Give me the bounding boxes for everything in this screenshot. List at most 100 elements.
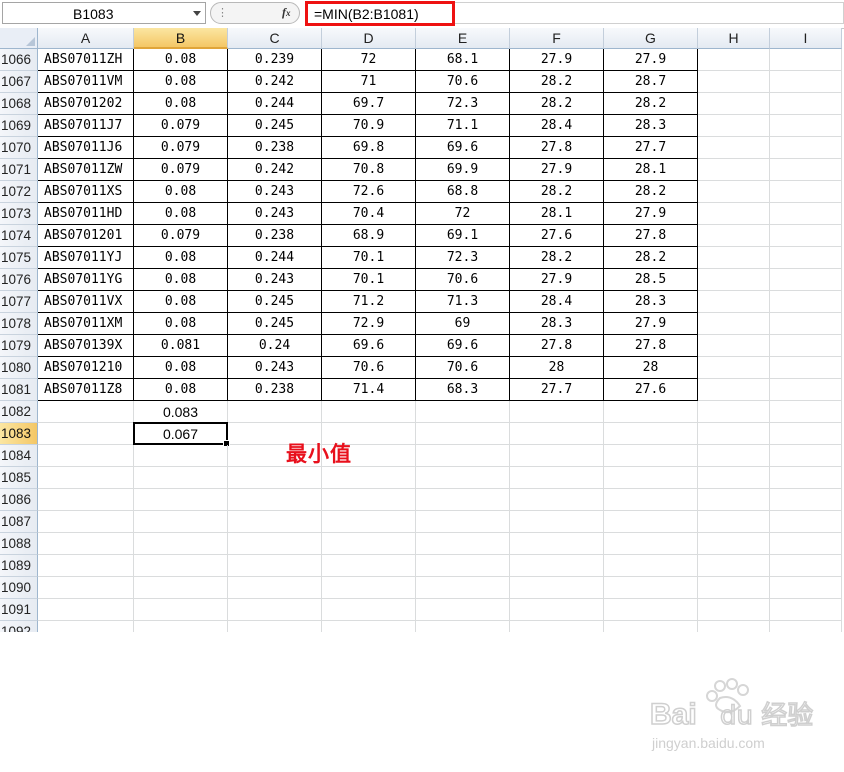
cell-h1091[interactable] — [698, 599, 770, 621]
cell-e1078[interactable]: 69 — [416, 313, 510, 335]
cell-b1090[interactable] — [134, 577, 228, 599]
cell-h1088[interactable] — [698, 533, 770, 555]
cell-d1073[interactable]: 70.4 — [322, 203, 416, 225]
cell-i1079[interactable] — [770, 335, 842, 357]
cell-d1072[interactable]: 72.6 — [322, 181, 416, 203]
cell-a1083[interactable] — [38, 423, 134, 445]
cell-c1071[interactable]: 0.242 — [228, 159, 322, 181]
cell-d1082[interactable] — [322, 401, 416, 423]
cell-a1075[interactable]: ABS07011YJ — [38, 247, 134, 269]
cell-h1089[interactable] — [698, 555, 770, 577]
cell-i1088[interactable] — [770, 533, 842, 555]
cell-a1069[interactable]: ABS07011J7 — [38, 115, 134, 137]
cell-e1073[interactable]: 72 — [416, 203, 510, 225]
cell-f1068[interactable]: 28.2 — [510, 93, 604, 115]
cell-h1087[interactable] — [698, 511, 770, 533]
cell-e1076[interactable]: 70.6 — [416, 269, 510, 291]
column-header-g[interactable]: G — [604, 28, 698, 49]
row-header-1089[interactable]: 1089 — [0, 555, 38, 577]
cell-i1067[interactable] — [770, 71, 842, 93]
row-header-1070[interactable]: 1070 — [0, 137, 38, 159]
cell-c1067[interactable]: 0.242 — [228, 71, 322, 93]
cell-b1067[interactable]: 0.08 — [134, 71, 228, 93]
cell-d1067[interactable]: 71 — [322, 71, 416, 93]
cell-e1082[interactable] — [416, 401, 510, 423]
cell-e1068[interactable]: 72.3 — [416, 93, 510, 115]
cell-g1069[interactable]: 28.3 — [604, 115, 698, 137]
formula-input[interactable]: =MIN(B2:B1081) — [305, 1, 455, 26]
row-header-1077[interactable]: 1077 — [0, 291, 38, 313]
cell-i1081[interactable] — [770, 379, 842, 401]
cell-b1080[interactable]: 0.08 — [134, 357, 228, 379]
cell-d1092[interactable] — [322, 621, 416, 632]
cell-e1090[interactable] — [416, 577, 510, 599]
cell-f1077[interactable]: 28.4 — [510, 291, 604, 313]
cell-i1084[interactable] — [770, 445, 842, 467]
cell-f1081[interactable]: 27.7 — [510, 379, 604, 401]
cell-b1086[interactable] — [134, 489, 228, 511]
cell-d1090[interactable] — [322, 577, 416, 599]
cell-h1090[interactable] — [698, 577, 770, 599]
cell-a1081[interactable]: ABS07011Z8 — [38, 379, 134, 401]
cell-b1085[interactable] — [134, 467, 228, 489]
column-header-b[interactable]: B — [134, 28, 228, 49]
cell-h1074[interactable] — [698, 225, 770, 247]
cell-a1076[interactable]: ABS07011YG — [38, 269, 134, 291]
cell-f1073[interactable]: 28.1 — [510, 203, 604, 225]
cell-d1085[interactable] — [322, 467, 416, 489]
cell-b1072[interactable]: 0.08 — [134, 181, 228, 203]
formula-input-area[interactable] — [455, 2, 844, 24]
cell-c1092[interactable] — [228, 621, 322, 632]
cell-b1069[interactable]: 0.079 — [134, 115, 228, 137]
cell-d1080[interactable]: 70.6 — [322, 357, 416, 379]
cell-e1081[interactable]: 68.3 — [416, 379, 510, 401]
cell-f1070[interactable]: 27.8 — [510, 137, 604, 159]
cell-g1078[interactable]: 27.9 — [604, 313, 698, 335]
cell-h1081[interactable] — [698, 379, 770, 401]
cell-h1075[interactable] — [698, 247, 770, 269]
column-header-f[interactable]: F — [510, 28, 604, 49]
cell-a1086[interactable] — [38, 489, 134, 511]
cell-e1091[interactable] — [416, 599, 510, 621]
cell-b1083[interactable]: 0.067 — [134, 423, 228, 445]
cell-d1091[interactable] — [322, 599, 416, 621]
cell-e1080[interactable]: 70.6 — [416, 357, 510, 379]
cell-h1070[interactable] — [698, 137, 770, 159]
cell-i1068[interactable] — [770, 93, 842, 115]
select-all-button[interactable] — [0, 28, 38, 49]
cell-g1090[interactable] — [604, 577, 698, 599]
column-header-c[interactable]: C — [228, 28, 322, 49]
cell-c1072[interactable]: 0.243 — [228, 181, 322, 203]
cell-h1092[interactable] — [698, 621, 770, 632]
cell-g1070[interactable]: 27.7 — [604, 137, 698, 159]
cell-f1085[interactable] — [510, 467, 604, 489]
cell-a1082[interactable] — [38, 401, 134, 423]
cell-b1075[interactable]: 0.08 — [134, 247, 228, 269]
cell-e1072[interactable]: 68.8 — [416, 181, 510, 203]
cell-i1082[interactable] — [770, 401, 842, 423]
cell-c1090[interactable] — [228, 577, 322, 599]
cell-d1089[interactable] — [322, 555, 416, 577]
cell-f1082[interactable] — [510, 401, 604, 423]
cell-h1085[interactable] — [698, 467, 770, 489]
cell-e1084[interactable] — [416, 445, 510, 467]
cell-i1073[interactable] — [770, 203, 842, 225]
cell-a1070[interactable]: ABS07011J6 — [38, 137, 134, 159]
cell-h1078[interactable] — [698, 313, 770, 335]
cell-c1078[interactable]: 0.245 — [228, 313, 322, 335]
cell-g1075[interactable]: 28.2 — [604, 247, 698, 269]
cell-g1072[interactable]: 28.2 — [604, 181, 698, 203]
cell-e1087[interactable] — [416, 511, 510, 533]
cell-i1071[interactable] — [770, 159, 842, 181]
cell-f1092[interactable] — [510, 621, 604, 632]
row-header-1072[interactable]: 1072 — [0, 181, 38, 203]
cell-f1089[interactable] — [510, 555, 604, 577]
cell-i1066[interactable] — [770, 49, 842, 71]
cell-g1085[interactable] — [604, 467, 698, 489]
cell-i1070[interactable] — [770, 137, 842, 159]
cell-e1089[interactable] — [416, 555, 510, 577]
cell-a1090[interactable] — [38, 577, 134, 599]
cell-g1080[interactable]: 28 — [604, 357, 698, 379]
cell-i1090[interactable] — [770, 577, 842, 599]
cell-f1087[interactable] — [510, 511, 604, 533]
